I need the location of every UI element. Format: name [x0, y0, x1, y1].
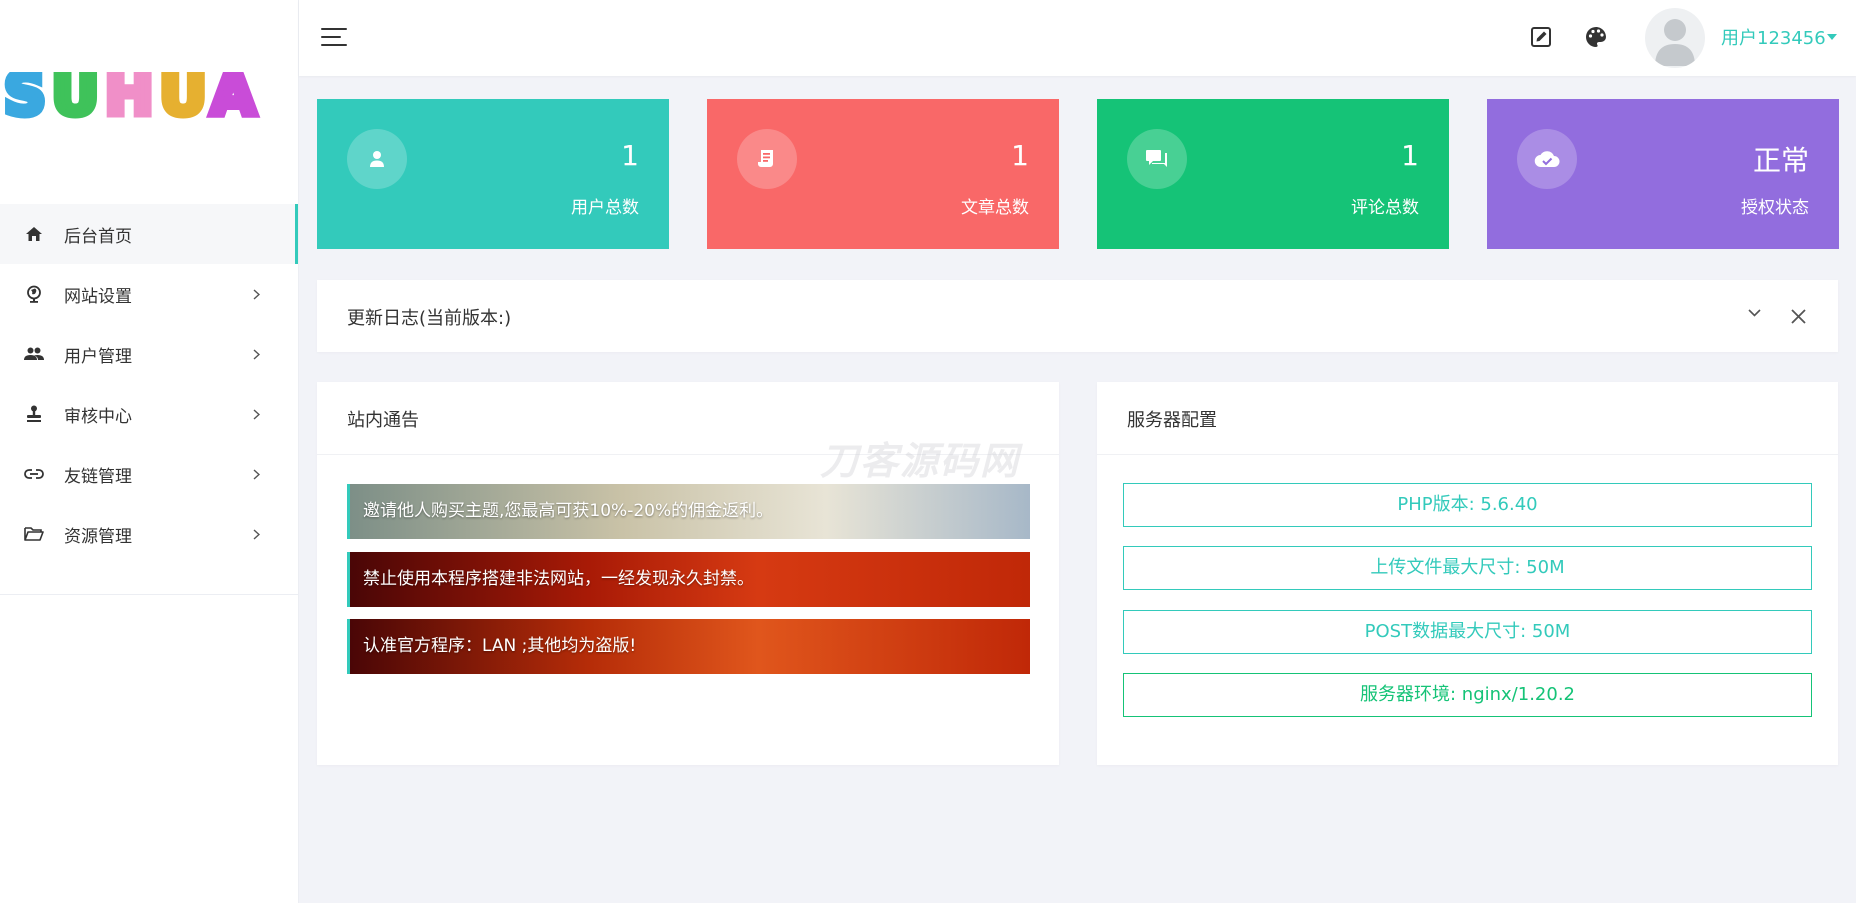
card-divider	[1097, 454, 1838, 455]
stat-label: 用户总数	[571, 198, 639, 218]
chevron-right-icon	[250, 344, 262, 364]
edit-icon[interactable]	[1528, 24, 1554, 50]
chevron-down-icon[interactable]	[1745, 304, 1763, 322]
server-config-title: 服务器配置	[1127, 410, 1217, 431]
notice-item[interactable]: 禁止使用本程序搭建非法网站，一经发现永久封禁。	[347, 552, 1030, 607]
sidebar-item-site-settings[interactable]: 网站设置	[0, 264, 298, 324]
sidebar-item-resource-management[interactable]: 资源管理	[0, 504, 298, 564]
sidebar-item-user-management[interactable]: 用户管理	[0, 324, 298, 384]
article-icon	[737, 129, 797, 189]
sidebar-item-friend-links[interactable]: 友链管理	[0, 444, 298, 504]
stat-card-users: 1 用户总数	[317, 99, 669, 249]
logo-svg: SUHUA	[1, 57, 262, 132]
cloud-check-icon	[1517, 129, 1577, 189]
sidebar-item-label: 资源管理	[64, 526, 132, 547]
notice-text: 邀请他人购买主题,您最高可获10%-20%的佣金返利。	[363, 501, 774, 521]
stat-value: 1	[1401, 139, 1419, 172]
top-header: 用户123456	[299, 0, 1856, 76]
notice-text: 禁止使用本程序搭建非法网站，一经发现永久封禁。	[363, 569, 754, 589]
logo-text: SUHUA	[4, 72, 262, 122]
sidebar-item-label: 网站设置	[64, 286, 132, 307]
server-info-environment[interactable]: 服务器环境: nginx/1.20.2	[1123, 673, 1812, 717]
server-info-php-version[interactable]: PHP版本: 5.6.40	[1123, 483, 1812, 527]
stat-value: 正常	[1752, 144, 1809, 177]
sidebar: SUHUA 后台首页 网站设置 用户管理 审核中心 友链管理 资源管理	[0, 0, 299, 903]
changelog-card: 更新日志(当前版本:)	[317, 280, 1838, 352]
avatar[interactable]	[1645, 8, 1705, 68]
notices-title: 站内通告	[347, 410, 419, 431]
caret-down-icon[interactable]	[1827, 34, 1837, 40]
server-config-card: 服务器配置 PHP版本: 5.6.40 上传文件最大尺寸: 50M POST数据…	[1097, 382, 1838, 765]
stat-label: 文章总数	[961, 198, 1029, 218]
sidebar-item-label: 审核中心	[64, 406, 132, 427]
username[interactable]: 用户123456	[1721, 24, 1826, 50]
chevron-right-icon	[250, 524, 262, 544]
stamp-icon	[24, 404, 44, 424]
notice-text: 认准官方程序：LAN ;其他均为盗版!	[363, 636, 637, 656]
logo[interactable]: SUHUA	[1, 57, 294, 132]
chevron-right-icon	[250, 464, 262, 484]
stat-label: 评论总数	[1351, 198, 1419, 218]
users-icon	[24, 344, 44, 364]
sidebar-item-label: 后台首页	[64, 226, 132, 247]
palette-icon[interactable]	[1583, 24, 1609, 50]
watermark: 刀客源码网	[820, 439, 1021, 483]
stat-value: 1	[621, 139, 639, 172]
home-icon	[24, 224, 44, 244]
server-info-upload-max[interactable]: 上传文件最大尺寸: 50M	[1123, 546, 1812, 590]
sidebar-menu: 后台首页 网站设置 用户管理 审核中心 友链管理 资源管理	[0, 204, 298, 564]
menu-toggle-icon[interactable]	[321, 26, 347, 48]
server-info-post-max[interactable]: POST数据最大尺寸: 50M	[1123, 610, 1812, 654]
stat-card-articles: 1 文章总数	[707, 99, 1059, 249]
folder-icon	[24, 524, 44, 544]
link-icon	[24, 464, 44, 484]
comments-icon	[1127, 129, 1187, 189]
close-icon[interactable]	[1789, 307, 1807, 325]
sidebar-item-home[interactable]: 后台首页	[0, 204, 298, 264]
changelog-title: 更新日志(当前版本:)	[347, 308, 512, 329]
avatar-placeholder-icon	[1655, 19, 1695, 66]
chevron-right-icon	[250, 404, 262, 424]
stat-card-license: 正常 授权状态	[1487, 99, 1839, 249]
sidebar-item-label: 友链管理	[64, 466, 132, 487]
sidebar-item-review-center[interactable]: 审核中心	[0, 384, 298, 444]
sidebar-divider	[0, 594, 298, 595]
stat-label: 授权状态	[1741, 198, 1809, 218]
sidebar-item-label: 用户管理	[64, 346, 132, 367]
stat-card-comments: 1 评论总数	[1097, 99, 1449, 249]
notice-item[interactable]: 邀请他人购买主题,您最高可获10%-20%的佣金返利。	[347, 484, 1030, 539]
globe-icon	[24, 284, 44, 304]
notice-item[interactable]: 认准官方程序：LAN ;其他均为盗版!	[347, 619, 1030, 674]
stat-value: 1	[1011, 139, 1029, 172]
chevron-right-icon	[250, 284, 262, 304]
user-icon	[347, 129, 407, 189]
